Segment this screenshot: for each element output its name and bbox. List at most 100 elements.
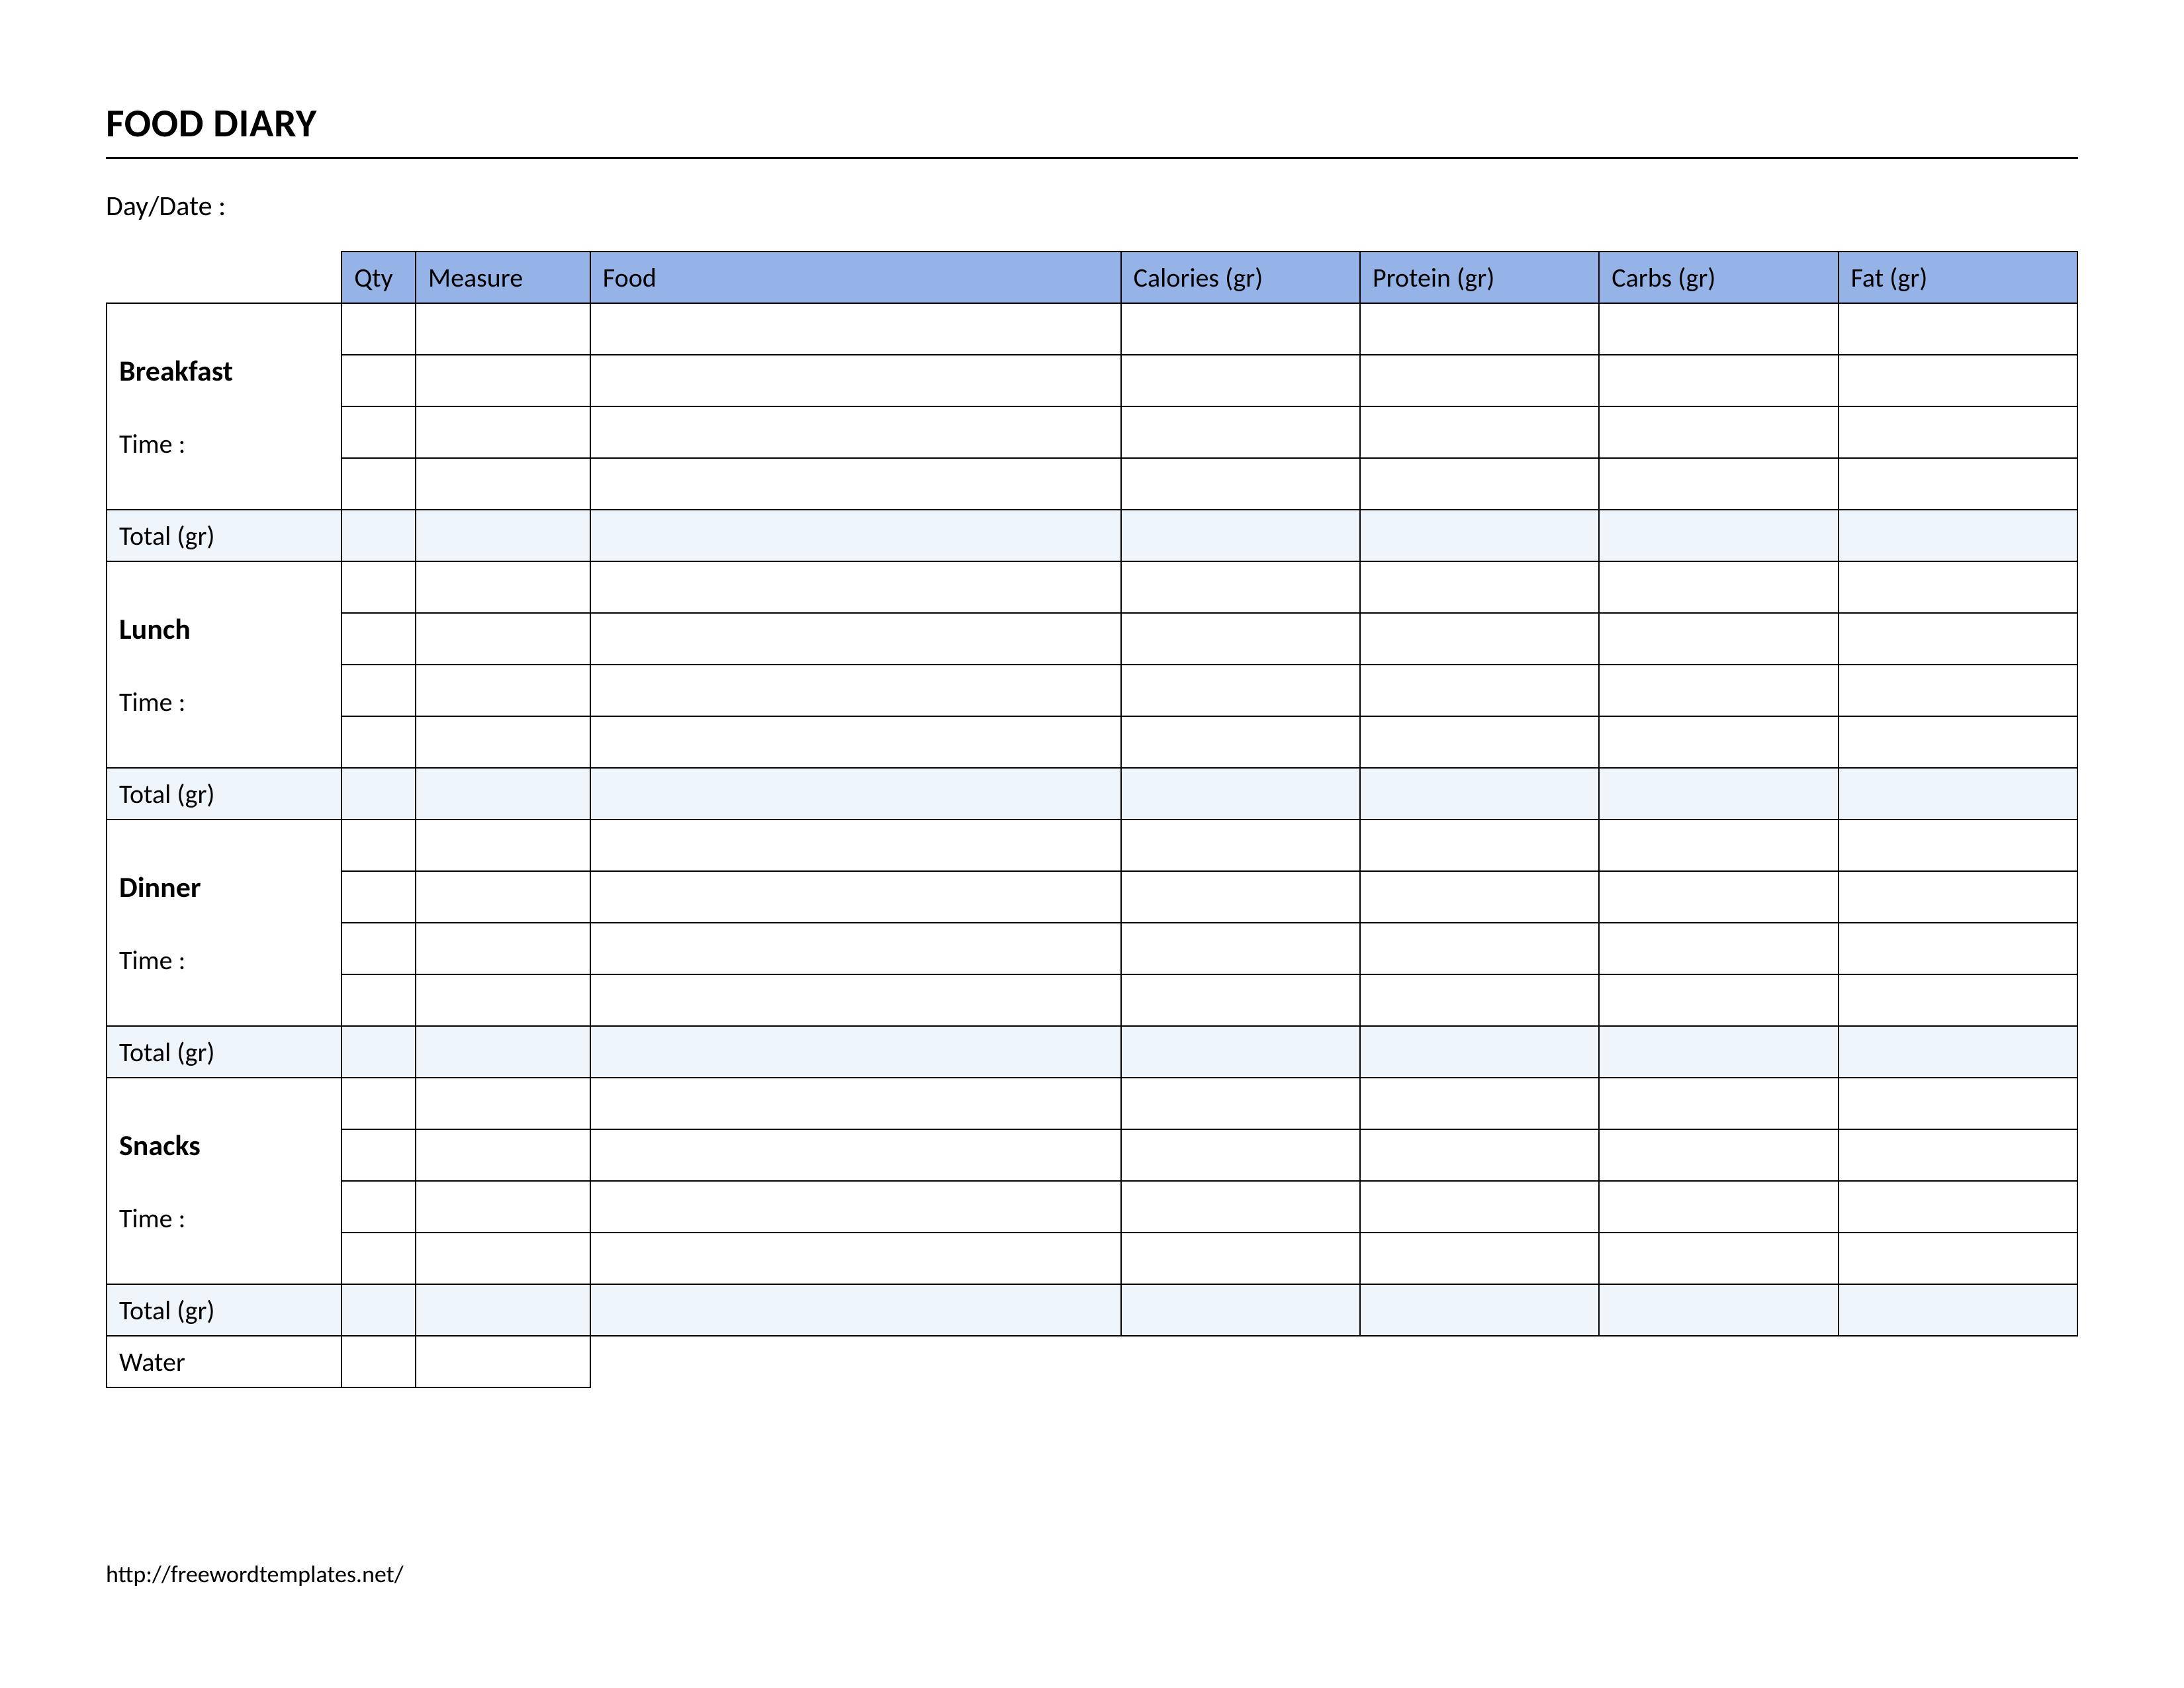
cell[interactable]: [341, 406, 416, 458]
cell[interactable]: [1360, 716, 1599, 768]
cell[interactable]: [416, 871, 590, 923]
cell[interactable]: [416, 716, 590, 768]
cell[interactable]: [1599, 613, 1838, 665]
cell[interactable]: [1121, 1181, 1360, 1233]
cell[interactable]: [1121, 974, 1360, 1026]
cell[interactable]: [341, 665, 416, 716]
cell[interactable]: [1839, 355, 2077, 406]
cell[interactable]: [590, 1181, 1121, 1233]
cell[interactable]: [416, 974, 590, 1026]
cell[interactable]: [590, 820, 1121, 871]
cell[interactable]: [1121, 613, 1360, 665]
cell[interactable]: [1839, 871, 2077, 923]
cell[interactable]: [341, 613, 416, 665]
cell[interactable]: [341, 1078, 416, 1129]
cell[interactable]: [1360, 974, 1599, 1026]
cell[interactable]: [416, 1284, 590, 1336]
cell[interactable]: [341, 1129, 416, 1181]
cell[interactable]: [1121, 1284, 1360, 1336]
cell[interactable]: [1839, 406, 2077, 458]
cell[interactable]: [416, 1181, 590, 1233]
cell[interactable]: [1599, 510, 1838, 561]
cell[interactable]: [1121, 716, 1360, 768]
cell[interactable]: [1599, 871, 1838, 923]
cell[interactable]: [1360, 665, 1599, 716]
cell[interactable]: [590, 510, 1121, 561]
cell[interactable]: [1599, 1284, 1838, 1336]
cell[interactable]: [1839, 820, 2077, 871]
cell[interactable]: [1599, 923, 1838, 974]
cell[interactable]: [1599, 458, 1838, 510]
cell[interactable]: [416, 665, 590, 716]
cell[interactable]: [416, 1026, 590, 1078]
cell[interactable]: [590, 974, 1121, 1026]
cell[interactable]: [1599, 1078, 1838, 1129]
cell[interactable]: [1839, 458, 2077, 510]
cell[interactable]: [341, 303, 416, 355]
cell[interactable]: [1839, 1078, 2077, 1129]
cell[interactable]: [1599, 1026, 1838, 1078]
cell[interactable]: [416, 406, 590, 458]
cell[interactable]: [341, 820, 416, 871]
cell[interactable]: [1599, 303, 1838, 355]
cell[interactable]: [590, 458, 1121, 510]
cell[interactable]: [341, 923, 416, 974]
cell[interactable]: [341, 1026, 416, 1078]
cell[interactable]: [590, 923, 1121, 974]
cell[interactable]: [590, 561, 1121, 613]
cell[interactable]: [1599, 665, 1838, 716]
cell[interactable]: [1121, 1026, 1360, 1078]
cell[interactable]: [590, 768, 1121, 820]
cell[interactable]: [1360, 1026, 1599, 1078]
cell[interactable]: [1360, 1129, 1599, 1181]
cell[interactable]: [590, 1026, 1121, 1078]
cell[interactable]: [1360, 561, 1599, 613]
cell[interactable]: [1839, 974, 2077, 1026]
cell[interactable]: [1360, 303, 1599, 355]
cell[interactable]: [1839, 768, 2077, 820]
cell[interactable]: [590, 303, 1121, 355]
cell[interactable]: [341, 1233, 416, 1284]
cell[interactable]: [1121, 406, 1360, 458]
cell[interactable]: [416, 820, 590, 871]
cell[interactable]: [1121, 458, 1360, 510]
cell[interactable]: [1599, 1181, 1838, 1233]
cell[interactable]: [1599, 716, 1838, 768]
cell[interactable]: [1121, 355, 1360, 406]
cell[interactable]: [341, 768, 416, 820]
cell[interactable]: [1121, 303, 1360, 355]
cell[interactable]: [341, 1284, 416, 1336]
cell[interactable]: [416, 303, 590, 355]
cell[interactable]: [1599, 1129, 1838, 1181]
cell[interactable]: [416, 561, 590, 613]
cell[interactable]: [341, 458, 416, 510]
cell[interactable]: [1599, 406, 1838, 458]
cell[interactable]: [416, 1233, 590, 1284]
cell[interactable]: [1360, 768, 1599, 820]
cell[interactable]: [1121, 923, 1360, 974]
cell[interactable]: [1839, 303, 2077, 355]
cell[interactable]: [341, 355, 416, 406]
cell[interactable]: [590, 1078, 1121, 1129]
cell[interactable]: [1360, 1181, 1599, 1233]
cell[interactable]: [1121, 1078, 1360, 1129]
cell[interactable]: [590, 665, 1121, 716]
cell[interactable]: [1360, 923, 1599, 974]
cell[interactable]: [1121, 820, 1360, 871]
cell[interactable]: [1599, 355, 1838, 406]
water-qty-cell[interactable]: [341, 1336, 416, 1387]
cell[interactable]: [341, 561, 416, 613]
cell[interactable]: [1121, 510, 1360, 561]
cell[interactable]: [1839, 510, 2077, 561]
cell[interactable]: [1599, 1233, 1838, 1284]
cell[interactable]: [590, 1129, 1121, 1181]
cell[interactable]: [1839, 1129, 2077, 1181]
cell[interactable]: [1839, 1181, 2077, 1233]
cell[interactable]: [1360, 1284, 1599, 1336]
cell[interactable]: [341, 1181, 416, 1233]
cell[interactable]: [1839, 561, 2077, 613]
cell[interactable]: [1121, 871, 1360, 923]
cell[interactable]: [1360, 1078, 1599, 1129]
cell[interactable]: [590, 613, 1121, 665]
cell[interactable]: [1599, 820, 1838, 871]
